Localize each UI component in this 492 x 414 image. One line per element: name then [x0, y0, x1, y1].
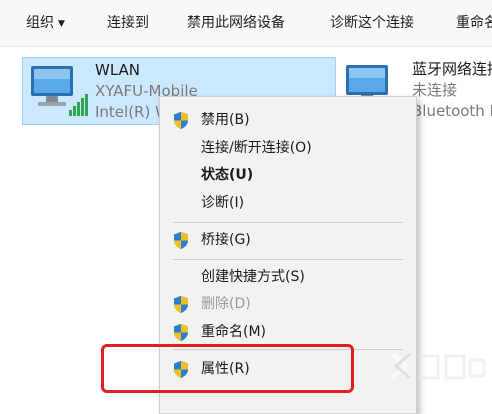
menu-item-label: 删除(D): [201, 296, 251, 312]
menu-item-create-shortcut[interactable]: 创建快捷方式(S): [160, 263, 416, 291]
diagnose-connection-button[interactable]: 诊断这个连接: [330, 0, 414, 46]
adapter-device: Bluetooth D: [412, 102, 492, 120]
menu-item-label: 连接/断开连接(O): [201, 140, 312, 156]
adapter-name: WLAN: [95, 61, 141, 79]
menu-item-status[interactable]: 状态(U): [160, 161, 416, 189]
uac-shield-icon: [174, 232, 188, 249]
uac-shield-icon: [174, 324, 188, 341]
rename-button[interactable]: 重命名: [456, 0, 492, 46]
menu-item-rename[interactable]: 重命名(M): [160, 318, 416, 346]
uac-shield-icon: [174, 112, 188, 129]
menu-item-bridge[interactable]: 桥接(G): [160, 226, 416, 254]
menu-item-delete: 删除(D): [160, 290, 416, 318]
menu-item-label: 禁用(B): [201, 112, 250, 128]
menu-item-label: 桥接(G): [201, 232, 251, 248]
disable-device-button[interactable]: 禁用此网络设备: [187, 0, 285, 46]
menu-separator: [173, 259, 403, 260]
watermark-logo: [390, 352, 486, 380]
menu-item-label: 诊断(I): [201, 195, 245, 211]
menu-item-connect-disconnect[interactable]: 连接/断开连接(O): [160, 134, 416, 162]
wifi-adapter-icon: [31, 66, 88, 116]
menu-item-label: 重命名(M): [201, 324, 267, 340]
organize-button[interactable]: 组织 ▼: [26, 0, 65, 46]
menu-item-label: 创建快捷方式(S): [201, 269, 305, 285]
menu-item-label: 状态(U): [201, 167, 254, 183]
organize-label: 组织: [26, 15, 54, 31]
adapter-name: 蓝牙网络连接: [412, 60, 492, 78]
adapter-status: 未连接: [412, 81, 458, 99]
menu-item-diagnose[interactable]: 诊断(I): [160, 189, 416, 217]
uac-shield-icon: [174, 296, 188, 313]
annotation-highlight-box: [101, 344, 354, 393]
menu-separator: [173, 222, 403, 223]
menu-item-disable[interactable]: 禁用(B): [160, 106, 416, 134]
command-bar: 组织 ▼ 连接到 禁用此网络设备 诊断这个连接 重命名: [0, 0, 492, 47]
connect-to-button[interactable]: 连接到: [107, 0, 149, 46]
chevron-down-icon: ▼: [58, 19, 65, 29]
